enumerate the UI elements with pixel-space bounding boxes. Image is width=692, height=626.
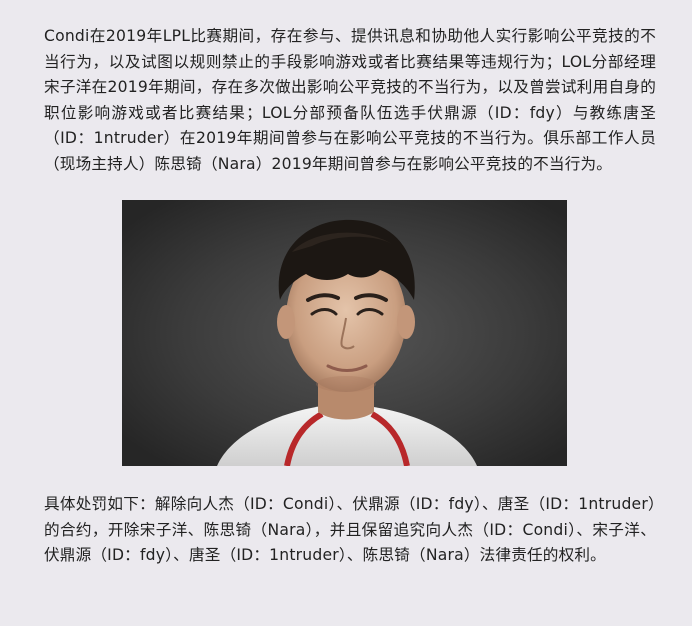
article-paragraph-penalties: 具体处罚如下：解除向人杰（ID：Condi）、伏鼎源（ID：fdy）、唐圣（ID… xyxy=(44,495,656,564)
portrait-illustration xyxy=(122,200,567,466)
player-portrait-photo xyxy=(122,200,567,466)
article-paragraph-violations: Condi在2019年LPL比赛期间，存在参与、提供讯息和协助他人实行影响公平竞… xyxy=(44,27,656,173)
